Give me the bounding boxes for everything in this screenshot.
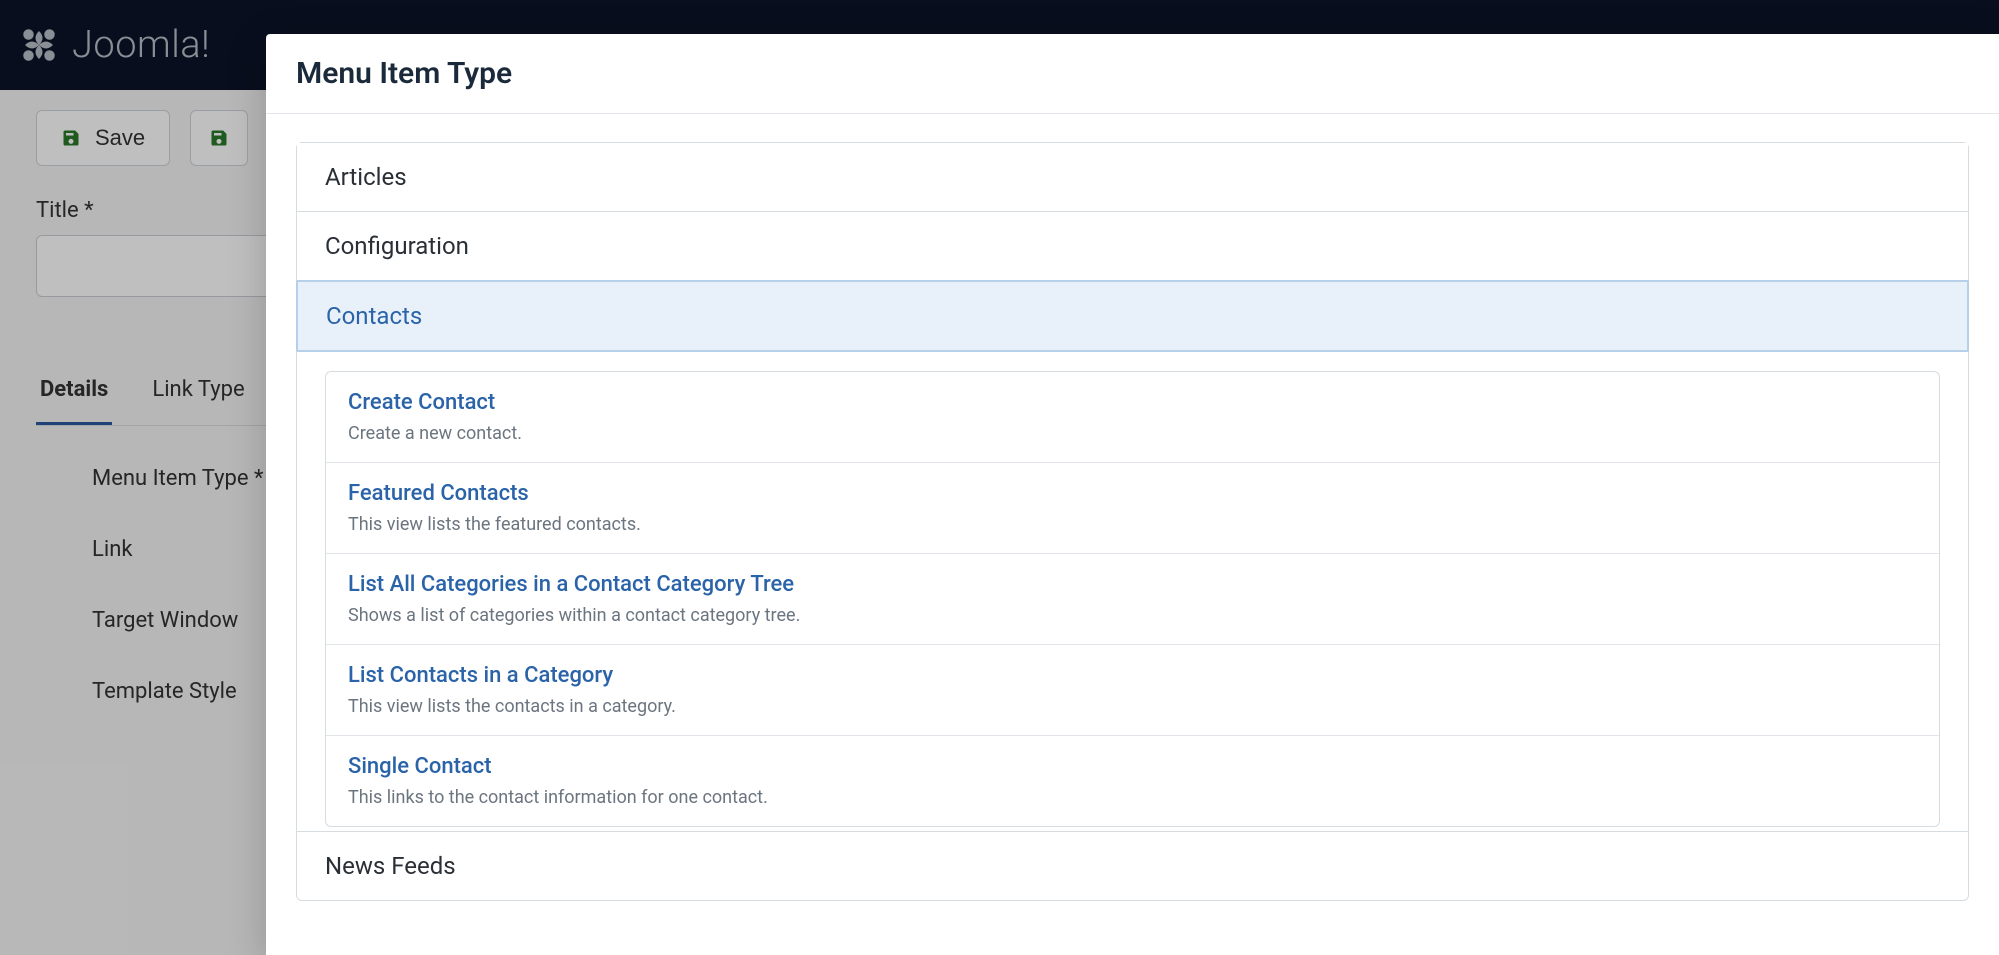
option-title: List Contacts in a Category: [348, 663, 1917, 688]
accordion-header-news-feeds[interactable]: News Feeds: [297, 832, 1968, 900]
accordion-item-contacts: Contacts Create Contact Create a new con…: [297, 280, 1968, 832]
modal-content: Articles Configuration Contacts Create C…: [266, 114, 1999, 955]
option-desc: Shows a list of categories within a cont…: [348, 605, 1917, 626]
option-list-all-categories[interactable]: List All Categories in a Contact Categor…: [326, 554, 1939, 645]
option-desc: This links to the contact information fo…: [348, 787, 1917, 808]
contacts-option-list: Create Contact Create a new contact. Fea…: [325, 371, 1940, 827]
accordion-header-articles[interactable]: Articles: [297, 143, 1968, 211]
accordion-header-configuration[interactable]: Configuration: [297, 212, 1968, 280]
contacts-options-body: Create Contact Create a new contact. Fea…: [297, 351, 1968, 831]
option-title: Create Contact: [348, 390, 1917, 415]
accordion-item-configuration: Configuration: [297, 212, 1968, 281]
accordion-item-news-feeds: News Feeds: [297, 832, 1968, 900]
option-desc: This view lists the featured contacts.: [348, 514, 1917, 535]
option-title: List All Categories in a Contact Categor…: [348, 572, 1917, 597]
option-title: Featured Contacts: [348, 481, 1917, 506]
option-single-contact[interactable]: Single Contact This links to the contact…: [326, 736, 1939, 826]
option-list-contacts-in-category[interactable]: List Contacts in a Category This view li…: [326, 645, 1939, 736]
modal-header: Menu Item Type: [266, 34, 1999, 114]
option-desc: This view lists the contacts in a catego…: [348, 696, 1917, 717]
modal-title: Menu Item Type: [296, 56, 1969, 91]
accordion-header-contacts[interactable]: Contacts: [296, 280, 1969, 352]
type-accordion: Articles Configuration Contacts Create C…: [296, 142, 1969, 901]
option-featured-contacts[interactable]: Featured Contacts This view lists the fe…: [326, 463, 1939, 554]
option-desc: Create a new contact.: [348, 423, 1917, 444]
option-title: Single Contact: [348, 754, 1917, 779]
accordion-item-articles: Articles: [297, 143, 1968, 212]
menu-item-type-modal: Menu Item Type Articles Configuration Co…: [266, 34, 1999, 955]
option-create-contact[interactable]: Create Contact Create a new contact.: [326, 372, 1939, 463]
